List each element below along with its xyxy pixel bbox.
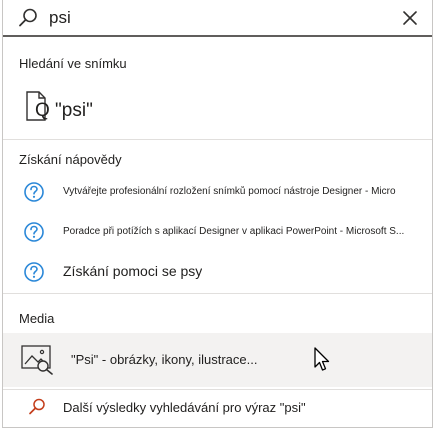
search-icon	[29, 398, 45, 415]
search-dropdown-panel: Hledání ve snímku Q "psi" Získání nápově…	[2, 0, 433, 428]
help-item[interactable]: Získání pomoci se psy	[3, 256, 432, 288]
search-bar	[3, 0, 432, 37]
divider	[3, 139, 432, 140]
more-results-link[interactable]: Další výsledky vyhledávání pro výraz "ps…	[3, 392, 432, 424]
image-search-icon	[21, 345, 53, 375]
close-icon[interactable]	[400, 8, 420, 28]
help-item[interactable]: Vytvářejte profesionální rozložení snímk…	[3, 176, 432, 208]
divider	[3, 389, 432, 390]
search-icon	[19, 8, 37, 27]
section-heading-media: Media	[19, 311, 55, 326]
help-item-label: Poradce při potížích s aplikací Designer…	[63, 226, 405, 237]
media-item-label: "Psi" - obrázky, ikony, ilustrace...	[71, 352, 258, 367]
help-item[interactable]: Poradce při potížích s aplikací Designer…	[3, 216, 432, 248]
section-heading-slide-search: Hledání ve snímku	[19, 56, 127, 71]
media-item[interactable]: "Psi" - obrázky, ikony, ilustrace...	[3, 333, 432, 387]
question-circle-icon	[24, 182, 44, 202]
help-item-label: Získání pomoci se psy	[63, 263, 203, 279]
question-circle-icon	[24, 262, 44, 282]
question-circle-icon	[24, 222, 44, 242]
slide-search-result-label: Q "psi"	[35, 100, 93, 121]
divider	[3, 293, 432, 294]
more-results-label: Další výsledky vyhledávání pro výraz "ps…	[63, 400, 306, 415]
section-heading-help: Získání nápovědy	[19, 152, 122, 167]
search-input[interactable]	[49, 4, 379, 32]
slide-search-result[interactable]: Q "psi"	[3, 86, 432, 130]
help-item-label: Vytvářejte profesionální rozložení snímk…	[63, 186, 396, 197]
